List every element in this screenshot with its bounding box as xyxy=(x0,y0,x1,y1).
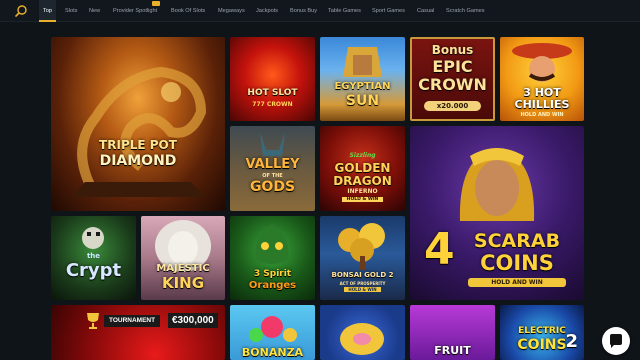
search-icon[interactable] xyxy=(14,4,28,18)
game-title-line2: Crypt xyxy=(65,260,122,281)
game-tile-triple-pot-diamond[interactable]: TRIPLE POT DIAMOND xyxy=(51,37,225,211)
game-title: MAJESTIC xyxy=(156,263,210,274)
game-title: BONANZA xyxy=(241,346,304,359)
game-multiplier: x20.000 xyxy=(424,101,481,111)
game-title: the xyxy=(86,252,101,260)
game-subtitle: INFERNO xyxy=(347,188,378,195)
game-tile-the-crypt[interactable]: the Crypt xyxy=(51,216,136,300)
game-title: BONSAI GOLD 2 xyxy=(331,271,394,279)
tab-megaways[interactable]: Megaways xyxy=(218,0,245,22)
tab-scratch-games[interactable]: Scratch Games xyxy=(446,0,485,22)
tab-new[interactable]: New xyxy=(89,0,100,22)
game-tile-egyptian-sun[interactable]: EGYPTIAN SUN xyxy=(320,37,405,121)
game-badge: HOLD & WIN xyxy=(344,287,381,292)
game-tile-epic-crown[interactable]: Bonus EPIC CROWN x20.000 xyxy=(410,37,495,121)
tab-slots[interactable]: Slots xyxy=(65,0,77,22)
tab-sport-games[interactable]: Sport Games xyxy=(372,0,405,22)
game-tile-fruit[interactable]: FRUIT xyxy=(410,305,495,360)
game-tile-majestic-king[interactable]: MAJESTIC KING xyxy=(141,216,225,300)
chat-icon xyxy=(610,334,622,348)
piggy-art xyxy=(340,323,384,355)
tournament-banner[interactable]: TOURNAMENT €300,000 xyxy=(80,313,226,329)
game-subtitle: ACT OF PROSPERITY xyxy=(339,281,386,286)
game-tile-hot-slot[interactable]: HOT SLOT 777 CROWN xyxy=(230,37,315,121)
game-title: 3 Spirit xyxy=(253,269,292,279)
game-tile-bonsai-gold-2[interactable]: BONSAI GOLD 2 ACT OF PROSPERITY HOLD & W… xyxy=(320,216,405,300)
game-title: 3 HOT xyxy=(523,86,561,99)
game-title: Sizzling xyxy=(349,152,376,159)
tab-bonus-buy[interactable]: Bonus Buy xyxy=(290,0,317,22)
game-title-line2: CHILLIES xyxy=(514,98,570,111)
game-title: VALLEY xyxy=(245,157,300,172)
game-tile-3-hot-chillies[interactable]: 3 HOT CHILLIES HOLD AND WIN xyxy=(500,37,584,121)
game-title-number: 2 xyxy=(565,331,578,352)
game-title-line2: DIAMOND xyxy=(99,153,177,169)
game-tile-4-scarab-coins[interactable]: 4 SCARAB COINS HOLD AND WIN xyxy=(410,126,584,300)
game-subtitle: 777 CROWN xyxy=(252,101,293,108)
tab-table-games[interactable]: Table Games xyxy=(328,0,361,22)
game-title-line2: SUN xyxy=(345,93,380,109)
game-title-line3: GODS xyxy=(249,179,296,195)
dragon-art xyxy=(71,66,207,197)
game-title-line2: KING xyxy=(161,274,205,292)
game-title: SCARAB xyxy=(473,230,561,252)
chat-button[interactable] xyxy=(602,327,630,355)
game-subtitle: HOLD AND WIN xyxy=(520,112,564,118)
game-tile-golden-dragon-inferno[interactable]: Sizzling GOLDEN DRAGON INFERNO HOLD & WI… xyxy=(320,126,405,211)
game-title-line2: COINS xyxy=(480,251,554,275)
game-title-line2: GOLDEN xyxy=(334,161,391,175)
game-title: HOT SLOT xyxy=(247,88,298,98)
game-tile-piggy[interactable] xyxy=(320,305,405,360)
tab-provider-spotlight[interactable]: Provider Spotlight xyxy=(113,0,157,22)
game-tile-bonanza[interactable]: BONANZA xyxy=(230,305,315,360)
game-title: EGYPTIAN xyxy=(334,81,391,92)
game-badge: HOLD AND WIN xyxy=(468,278,566,287)
game-title: Bonus xyxy=(431,43,474,57)
game-tile-valley-of-the-gods[interactable]: VALLEY OF THE GODS xyxy=(230,126,315,211)
tournament-label: TOURNAMENT xyxy=(104,315,161,327)
game-title: TRIPLE POT xyxy=(99,138,177,152)
game-title-line3: CROWN xyxy=(418,75,487,94)
game-title-line3: DRAGON xyxy=(333,174,392,188)
tab-jackpots[interactable]: Jackpots xyxy=(256,0,278,22)
tab-book-of-slots[interactable]: Book Of Slots xyxy=(171,0,205,22)
tab-top[interactable]: Top xyxy=(39,0,57,22)
game-title-line2: Oranges xyxy=(248,280,297,291)
game-badge: HOLD & WIN xyxy=(342,197,383,202)
game-title-line2: EPIC xyxy=(432,57,473,76)
trophy-icon xyxy=(87,313,99,329)
tab-casual[interactable]: Casual xyxy=(417,0,434,22)
game-tile-3-spirit-oranges[interactable]: 3 Spirit Oranges xyxy=(230,216,315,300)
tournament-prize: €300,000 xyxy=(168,313,218,328)
category-nav: Top Slots New Provider Spotlight Book Of… xyxy=(0,0,640,22)
game-title: FRUIT xyxy=(434,344,471,357)
game-tile-electric-coins-2[interactable]: ELECTRIC COINS 2 xyxy=(500,305,584,360)
